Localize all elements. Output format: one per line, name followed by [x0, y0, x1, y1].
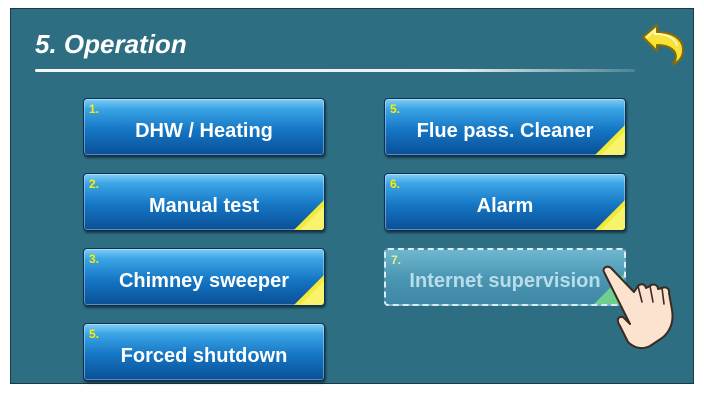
menu-button-forced-shutdown[interactable]: 5. Forced shutdown	[83, 323, 325, 381]
back-button[interactable]	[639, 23, 687, 65]
menu-button-label: Flue pass. Cleaner	[416, 119, 594, 142]
menu-button-label: Chimney sweeper	[118, 269, 290, 292]
menu-button-number: 3.	[89, 252, 100, 266]
menu-button-number: 5.	[390, 102, 401, 116]
menu-button-number: 1.	[89, 102, 100, 116]
corner-triangle-icon	[294, 200, 324, 230]
menu-button-dhw-heating[interactable]: 1. DHW / Heating	[83, 98, 325, 156]
title-underline	[35, 69, 635, 72]
menu-button-manual-test[interactable]: 2. Manual test	[83, 173, 325, 231]
menu-button-alarm[interactable]: 6. Alarm	[384, 173, 626, 231]
corner-triangle-icon	[294, 275, 324, 305]
corner-triangle-icon	[594, 274, 624, 304]
menu-button-internet-supervision[interactable]: 7. Internet supervision	[384, 248, 626, 306]
menu-button-chimney-sweeper[interactable]: 3. Chimney sweeper	[83, 248, 325, 306]
menu-button-flue-pass-cleaner[interactable]: 5. Flue pass. Cleaner	[384, 98, 626, 156]
menu-button-label: Forced shutdown	[120, 344, 288, 367]
page-title: 5. Operation	[35, 29, 187, 59]
menu-button-number: 5.	[89, 327, 100, 341]
menu-button-label: Internet supervision	[409, 269, 601, 292]
menu-button-label: DHW / Heating	[135, 119, 273, 142]
menu-button-number: 7.	[391, 253, 402, 267]
corner-triangle-icon	[595, 125, 625, 155]
menu-button-label: Alarm	[476, 194, 534, 217]
menu-button-number: 6.	[390, 177, 401, 191]
menu-button-label: Manual test	[148, 194, 260, 217]
back-arrow-icon	[642, 24, 684, 65]
operation-screen: 5. Operation 1. DHW / Heating 2. Manual …	[10, 8, 694, 384]
corner-triangle-icon	[595, 200, 625, 230]
menu-button-number: 2.	[89, 177, 100, 191]
